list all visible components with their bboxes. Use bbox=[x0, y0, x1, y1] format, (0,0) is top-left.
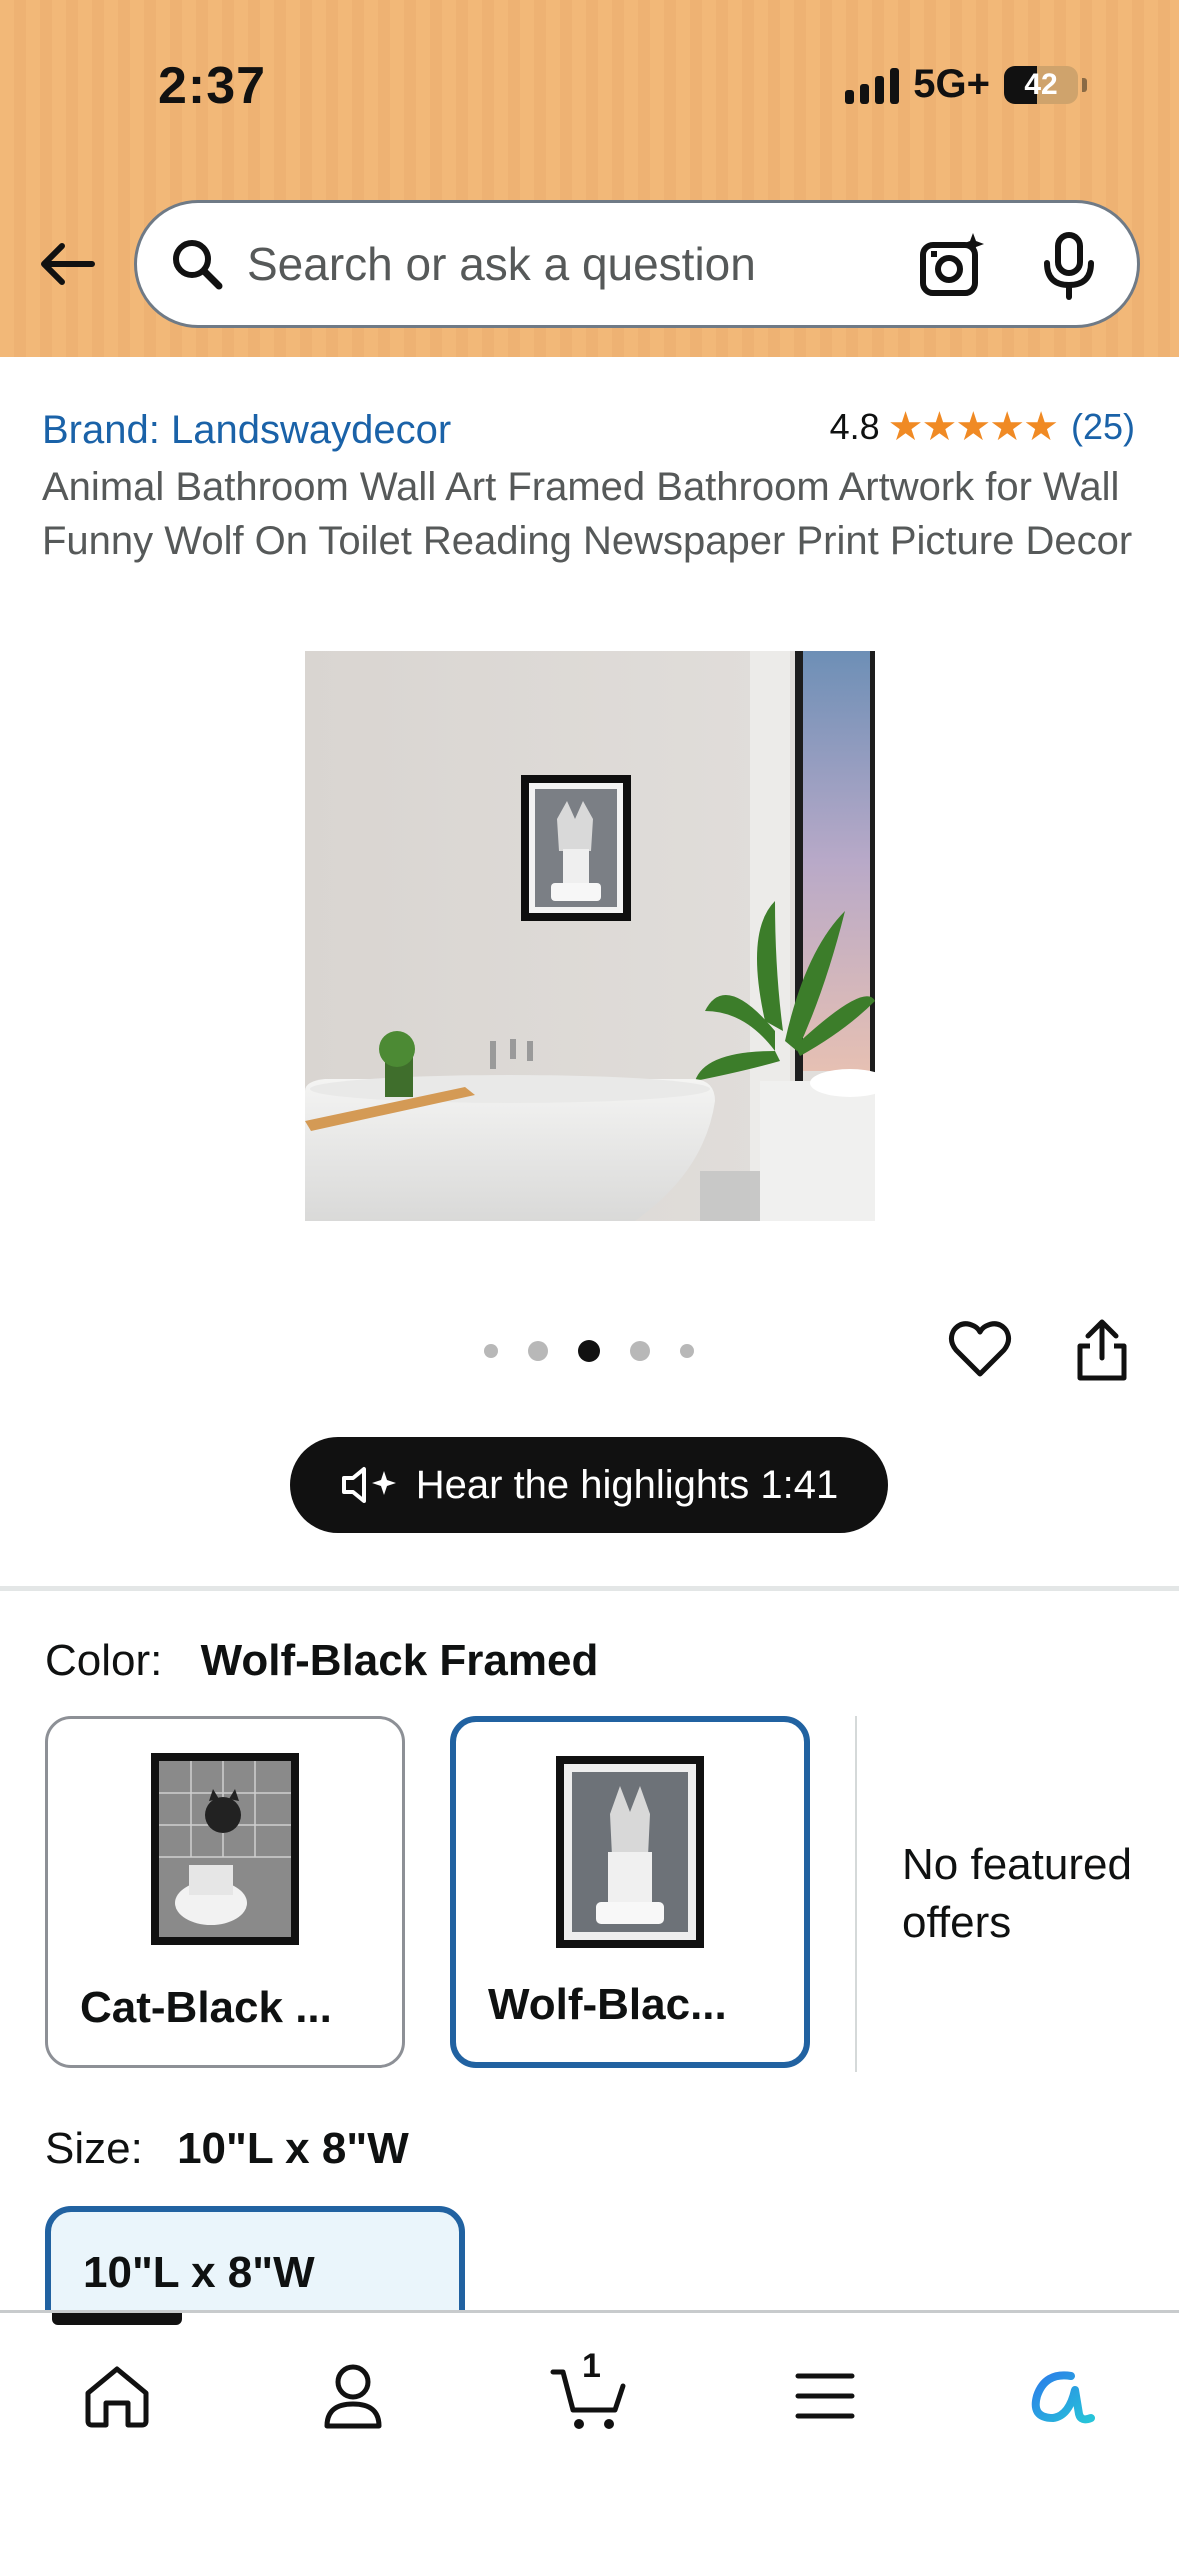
cat-thumbnail bbox=[151, 1753, 299, 1945]
camera-search-icon[interactable] bbox=[917, 231, 987, 301]
share-icon[interactable] bbox=[1070, 1316, 1134, 1384]
carousel-dot[interactable] bbox=[528, 1341, 548, 1361]
color-selected-value: Wolf-Black Framed bbox=[200, 1636, 599, 1685]
swatch-divider bbox=[855, 1716, 857, 2072]
product-title: Animal Bathroom Wall Art Framed Bathroom… bbox=[42, 465, 1133, 563]
carousel-dot[interactable] bbox=[630, 1341, 650, 1361]
hear-highlights-label: Hear the highlights 1:41 bbox=[415, 1462, 839, 1507]
back-arrow-icon bbox=[41, 243, 95, 285]
home-icon bbox=[85, 2366, 149, 2428]
size-selector-label: Size: 10"L x 8"W bbox=[45, 2124, 409, 2174]
brand-link[interactable]: Brand: Landswaydecor bbox=[42, 408, 451, 453]
rating[interactable]: 4.8 ★★★★★ (25) bbox=[830, 404, 1135, 450]
color-label: Color: bbox=[45, 1636, 163, 1685]
color-selector-label: Color: Wolf-Black Framed bbox=[45, 1636, 598, 1686]
nav-home[interactable] bbox=[72, 2351, 162, 2441]
nav-cart[interactable]: 1 bbox=[544, 2347, 634, 2441]
active-tab-indicator bbox=[52, 2313, 182, 2325]
size-label: Size: bbox=[45, 2124, 143, 2173]
nav-alexa[interactable] bbox=[1016, 2351, 1106, 2441]
search-bar[interactable] bbox=[134, 200, 1140, 328]
hear-highlights-button[interactable]: Hear the highlights 1:41 bbox=[290, 1437, 888, 1533]
profile-icon bbox=[324, 2364, 382, 2429]
carousel-dot[interactable] bbox=[484, 1344, 498, 1358]
star-rating-icon: ★★★★★ bbox=[887, 405, 1059, 449]
cart-count: 1 bbox=[582, 2347, 601, 2385]
microphone-icon[interactable] bbox=[1039, 231, 1099, 301]
battery-level: 42 bbox=[1024, 67, 1058, 101]
color-option-name: Wolf-Blac... bbox=[488, 1980, 727, 2029]
speaker-sparkle-icon bbox=[341, 1467, 396, 1503]
bottom-nav: 1 bbox=[0, 2310, 1179, 2556]
product-image[interactable] bbox=[305, 651, 875, 1221]
back-button[interactable] bbox=[34, 232, 98, 296]
color-option-cat[interactable]: Cat-Black ... bbox=[45, 1716, 405, 2068]
alexa-icon bbox=[1031, 2371, 1095, 2424]
carousel-dot-active[interactable] bbox=[578, 1340, 600, 1362]
status-indicators: 5G+ 42 bbox=[845, 62, 1087, 107]
wishlist-heart-icon[interactable] bbox=[948, 1318, 1012, 1382]
size-selected-value: 10"L x 8"W bbox=[177, 2124, 409, 2173]
network-type: 5G+ bbox=[913, 62, 990, 106]
color-option-wolf[interactable]: Wolf-Blac... bbox=[450, 1716, 810, 2068]
battery-icon: 42 bbox=[1004, 65, 1078, 104]
carousel-dot[interactable] bbox=[680, 1344, 694, 1358]
image-carousel-dots[interactable] bbox=[484, 1340, 694, 1362]
menu-icon bbox=[795, 2373, 855, 2419]
nav-profile[interactable] bbox=[308, 2351, 398, 2441]
rating-count-link[interactable]: (25) bbox=[1071, 406, 1135, 448]
rating-value: 4.8 bbox=[829, 406, 880, 447]
no-featured-offers: No featured offers bbox=[902, 1840, 1132, 1947]
signal-icon bbox=[845, 66, 900, 104]
header: 2:37 5G+ 42 bbox=[0, 0, 1179, 357]
section-divider bbox=[0, 1586, 1179, 1591]
search-icon bbox=[165, 232, 229, 296]
wolf-thumbnail bbox=[556, 1756, 704, 1948]
nav-menu[interactable] bbox=[780, 2351, 870, 2441]
search-input[interactable] bbox=[247, 237, 847, 291]
color-option-name: Cat-Black ... bbox=[80, 1983, 332, 2032]
status-time: 2:37 bbox=[158, 57, 267, 115]
